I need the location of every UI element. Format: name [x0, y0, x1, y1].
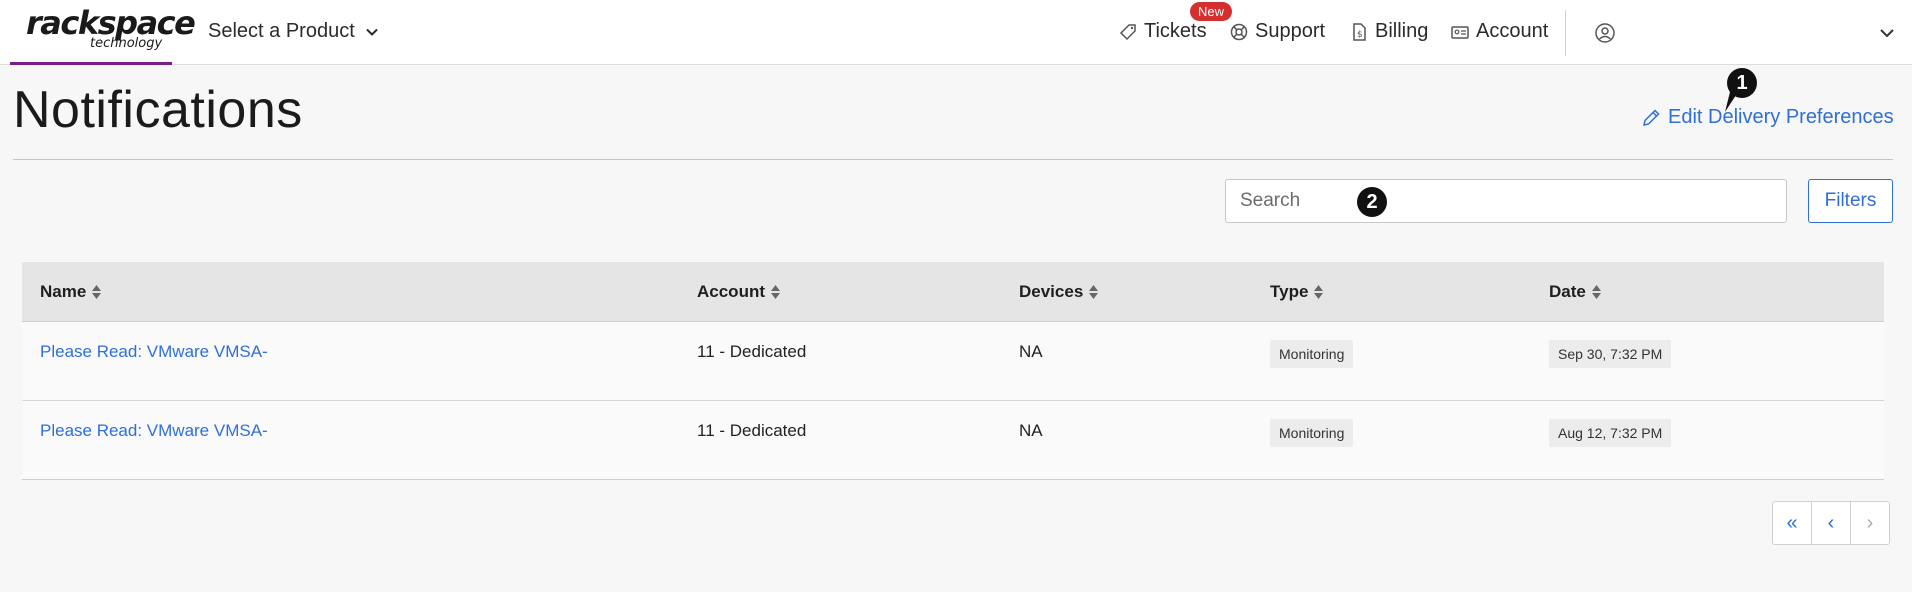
table-row: Please Read: VMware VMSA- 11 - Dedicated…: [22, 401, 1884, 479]
sort-icon: [1591, 285, 1601, 299]
column-header-account[interactable]: Account: [697, 262, 781, 322]
user-avatar-icon[interactable]: [1594, 22, 1616, 44]
column-header-account-label: Account: [697, 282, 765, 301]
chevron-down-icon[interactable]: [1878, 24, 1896, 42]
page-title: Notifications: [13, 81, 303, 139]
sort-icon: [771, 285, 780, 299]
date-tag: Sep 30, 7:32 PM: [1549, 340, 1672, 368]
nav-tickets-label: Tickets: [1144, 20, 1207, 42]
edit-delivery-preferences-label: Edit Delivery Preferences: [1668, 106, 1894, 128]
column-header-date[interactable]: Date: [1549, 262, 1602, 322]
logo-tagline: technology: [90, 36, 163, 51]
column-header-name[interactable]: Name: [40, 262, 102, 322]
pagination: « ‹ ›: [1772, 501, 1890, 545]
sort-icon: [1089, 285, 1099, 299]
product-selector-label: Select a Product: [208, 20, 355, 42]
svg-text:$: $: [1357, 30, 1363, 40]
nav-tickets[interactable]: Tickets: [1118, 20, 1207, 43]
first-page-button[interactable]: «: [1773, 502, 1812, 544]
column-header-name-label: Name: [40, 282, 87, 301]
nav-support[interactable]: Support: [1229, 20, 1325, 43]
table-row: Please Read: VMware VMSA- 11 - Dedicated…: [22, 322, 1884, 401]
notifications-table: Name Account Devices Type Date Please Re…: [22, 262, 1884, 480]
nav-account[interactable]: Account: [1450, 20, 1548, 43]
sort-icon: [92, 285, 102, 299]
previous-page-button[interactable]: ‹: [1812, 502, 1851, 544]
account-cell: 11 - Dedicated: [697, 421, 807, 440]
marker-2-number: 2: [1366, 190, 1378, 213]
column-header-type-label: Type: [1270, 282, 1309, 301]
date-tag: Aug 12, 7:32 PM: [1549, 419, 1672, 447]
devices-cell: NA: [1019, 421, 1043, 440]
column-header-date-label: Date: [1549, 282, 1586, 301]
chevron-down-icon: [366, 28, 378, 36]
tickets-new-badge: New: [1190, 2, 1233, 21]
ticket-icon: [1119, 23, 1136, 40]
marker-1-pointer: [1725, 92, 1738, 112]
marker-2: 2: [1357, 187, 1387, 217]
type-tag: Monitoring: [1270, 419, 1354, 447]
pencil-icon: [1643, 108, 1660, 126]
account-cell: 11 - Dedicated: [697, 342, 807, 361]
next-page-button[interactable]: ›: [1851, 502, 1889, 544]
nav-billing[interactable]: $ Billing: [1349, 20, 1428, 43]
support-icon: [1230, 23, 1248, 40]
edit-delivery-preferences-link[interactable]: Edit Delivery Preferences: [1640, 106, 1894, 129]
table-header: Name Account Devices Type Date: [22, 262, 1884, 322]
search-input[interactable]: [1225, 179, 1787, 223]
filters-button[interactable]: Filters: [1808, 179, 1893, 223]
billing-icon: $: [1353, 22, 1366, 41]
notification-name-link[interactable]: Please Read: VMware VMSA-: [40, 342, 268, 362]
column-header-devices-label: Devices: [1019, 282, 1084, 301]
nav-billing-label: Billing: [1375, 20, 1429, 42]
notification-name-link[interactable]: Please Read: VMware VMSA-: [40, 421, 268, 441]
title-divider: [13, 159, 1893, 160]
rackspace-logo[interactable]: rackspace technology: [10, 0, 196, 65]
id-card-icon: [1451, 25, 1469, 39]
nav-divider: [1565, 10, 1566, 56]
sort-icon: [1314, 285, 1324, 299]
column-header-devices[interactable]: Devices: [1019, 262, 1099, 322]
devices-cell: NA: [1019, 342, 1043, 361]
product-selector[interactable]: Select a Product: [208, 20, 379, 43]
nav-support-label: Support: [1255, 20, 1326, 42]
column-header-type[interactable]: Type: [1270, 262, 1324, 322]
nav-account-label: Account: [1476, 20, 1549, 42]
top-nav: rackspace technology Select a Product Ne…: [0, 0, 1912, 65]
type-tag: Monitoring: [1270, 340, 1354, 368]
